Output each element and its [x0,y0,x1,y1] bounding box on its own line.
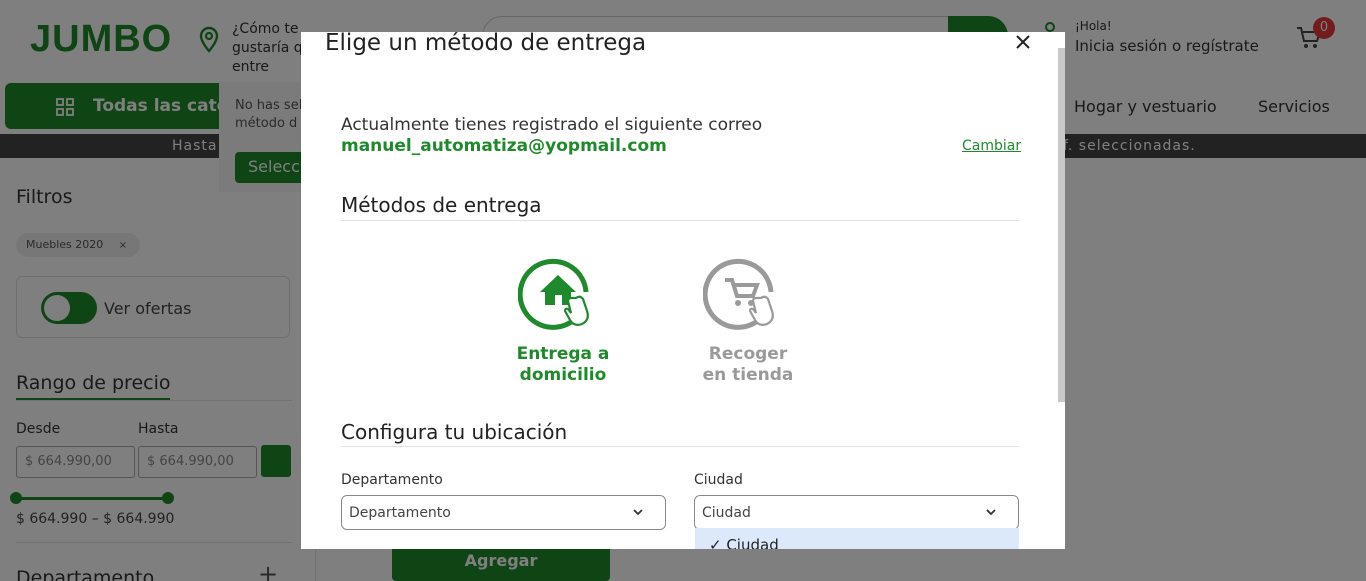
store-pickup-icon [703,258,774,330]
home-delivery-option[interactable]: Entrega a domicilio [503,254,623,386]
home-delivery-icon [518,258,589,330]
divider [341,446,1019,447]
home-delivery-label: Entrega a domicilio [516,344,610,385]
modal-title: Elige un método de entrega [325,32,647,56]
department-label: Departamento [341,472,443,488]
department-select[interactable]: Departamento [341,495,666,530]
store-pickup-option[interactable]: Recoger en tienda [688,254,808,386]
divider [341,220,1019,221]
location-title: Configura tu ubicación [341,420,568,444]
page: JUMBO ¿Cómo te gustaría que entre ¡Hola!… [0,0,1366,581]
department-select-value: Departamento [349,505,451,521]
chevron-down-icon [633,509,643,516]
city-label: Ciudad [694,472,743,488]
change-email-link[interactable]: Cambiar [962,138,1021,154]
close-icon[interactable] [1013,32,1033,52]
registered-email: manuel_automatiza@yopmail.com [341,136,667,156]
city-option[interactable]: ✓ Ciudad [695,528,1019,549]
delivery-method-modal: Elige un método de entrega Actualmente t… [301,32,1065,549]
current-email-label: Actualmente tienes registrado el siguien… [341,115,763,135]
modal-scrollbar[interactable] [1058,48,1065,402]
store-pickup-label: Recoger en tienda [702,344,794,385]
chevron-down-icon [986,509,996,516]
methods-title: Métodos de entrega [341,193,542,217]
city-select-value: Ciudad [702,505,751,521]
city-select[interactable]: Ciudad [694,495,1019,530]
